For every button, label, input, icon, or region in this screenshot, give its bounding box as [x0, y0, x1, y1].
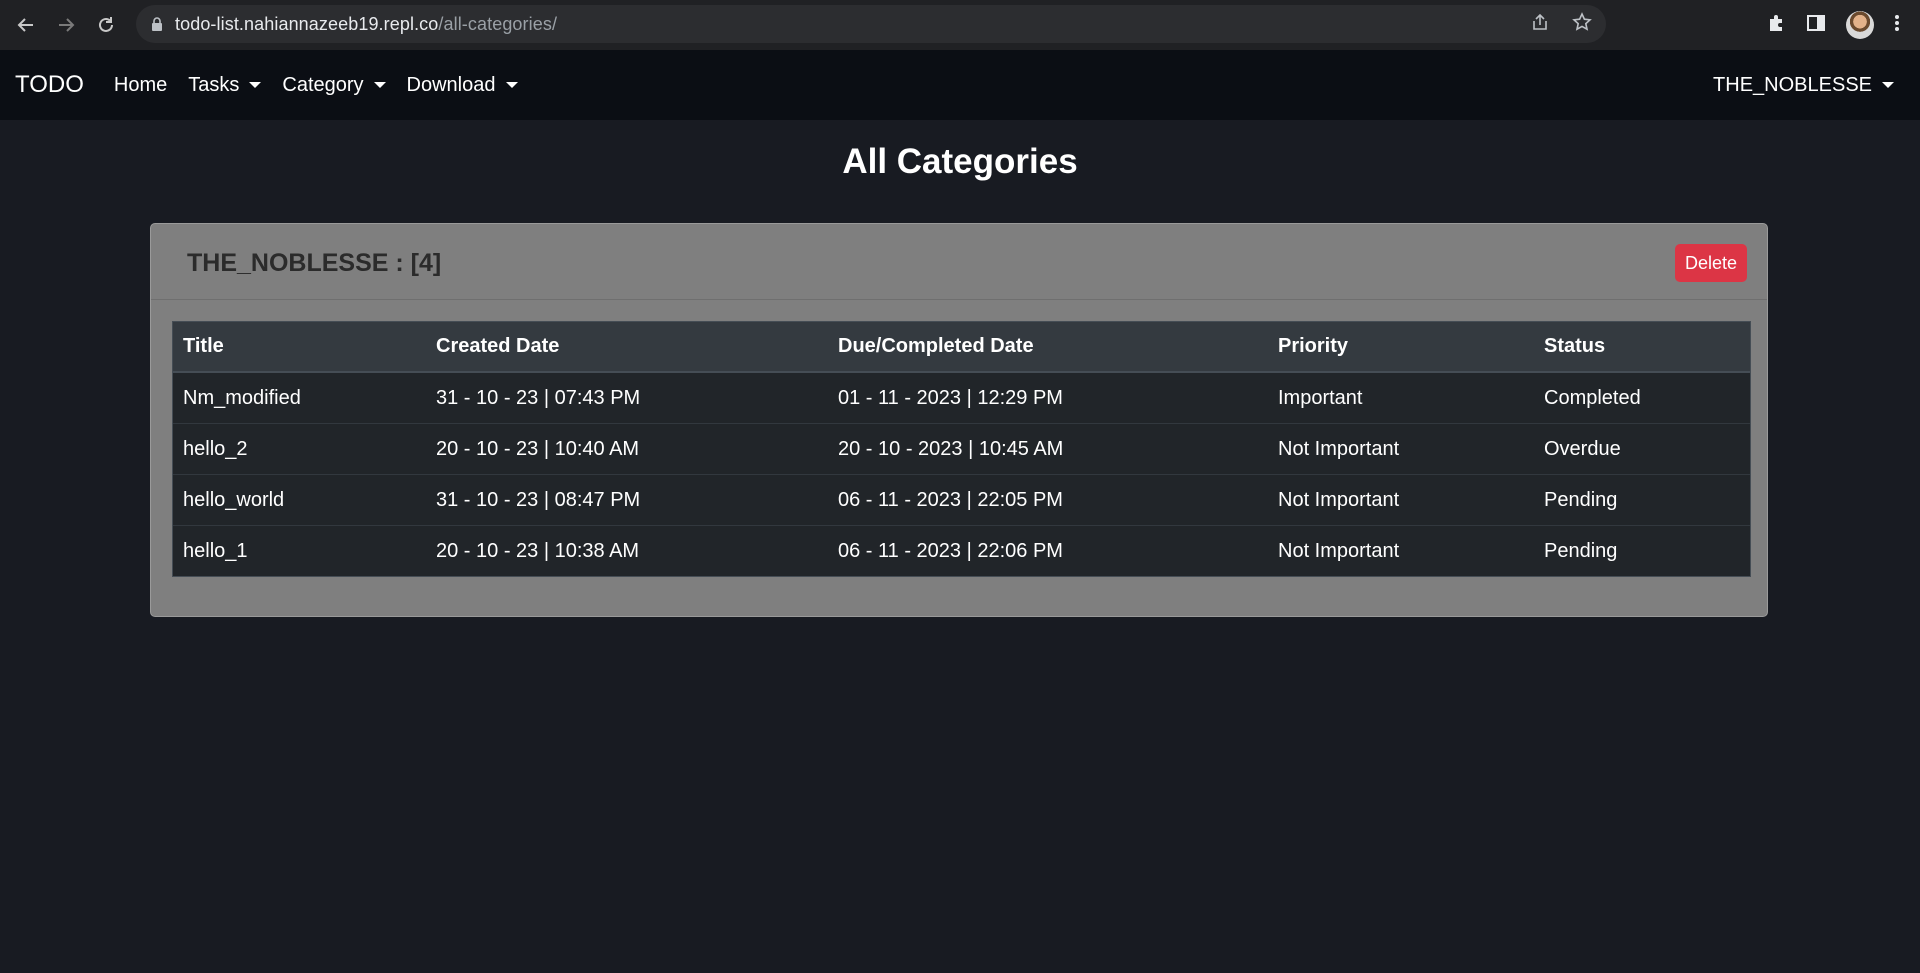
task-status: Overdue: [1534, 423, 1750, 475]
card-header: THE_NOBLESSE : [4] Delete: [151, 224, 1767, 300]
user-name: THE_NOBLESSE: [1713, 73, 1872, 96]
nav-download-label: Download: [406, 73, 496, 96]
task-status: Completed: [1544, 386, 1641, 409]
delete-button[interactable]: Delete: [1675, 244, 1747, 282]
category-card: THE_NOBLESSE : [4] Delete Title Created …: [150, 223, 1768, 617]
caret-down-icon: [1882, 82, 1894, 88]
task-title: hello_2: [173, 423, 426, 475]
tasks-table-wrapper: Title Created Date Due/Completed Date Pr…: [172, 321, 1751, 577]
caret-down-icon: [249, 82, 262, 88]
task-status: Pending: [1534, 525, 1750, 576]
table-row: hello_1 20 - 10 - 23 | 10:38 AM 06 - 11 …: [173, 525, 1750, 576]
browser-toolbar: todo-list.nahiannazeeb19.repl.co/all-cat…: [0, 0, 1920, 50]
task-title: Nm_modified: [183, 386, 301, 409]
task-priority: Not Important: [1268, 474, 1534, 526]
nav-home-label: Home: [113, 73, 168, 96]
extensions-icon[interactable]: [1766, 13, 1786, 38]
task-title: hello_1: [173, 525, 426, 576]
category-title: THE_NOBLESSE : [4]: [187, 249, 442, 277]
task-created-date: 20 - 10 - 23 | 10:38 AM: [426, 525, 828, 576]
col-due-header: Due/Completed Date: [828, 322, 1268, 373]
table-header-row: Title Created Date Due/Completed Date Pr…: [173, 322, 1750, 373]
col-created-header: Created Date: [426, 322, 828, 373]
task-status: Pending: [1534, 474, 1750, 526]
task-created-date: 31 - 10 - 23 | 08:47 PM: [426, 474, 828, 526]
col-status-header: Status: [1534, 322, 1750, 373]
col-priority-header: Priority: [1268, 322, 1534, 373]
forward-icon[interactable]: [46, 5, 86, 45]
reload-icon[interactable]: [86, 5, 126, 45]
table-row: hello_world 31 - 10 - 23 | 08:47 PM 06 -…: [173, 474, 1750, 526]
share-icon[interactable]: [1530, 12, 1550, 37]
user-dropdown[interactable]: THE_NOBLESSE: [1713, 50, 1894, 120]
table-row: Nm_modified 31 - 10 - 23 | 07:43 PM 01 -…: [173, 372, 1750, 424]
task-priority: Not Important: [1268, 423, 1534, 475]
side-panel-icon[interactable]: [1806, 13, 1826, 38]
task-due-date: 01 - 11 - 2023 | 12:29 PM: [838, 386, 1063, 409]
col-title-header: Title: [173, 322, 426, 373]
task-due-date: 20 - 10 - 2023 | 10:45 AM: [828, 423, 1268, 475]
table-row: hello_2 20 - 10 - 23 | 10:40 AM 20 - 10 …: [173, 423, 1750, 475]
url-host: todo-list.nahiannazeeb19.repl.co: [175, 13, 439, 34]
nav-home[interactable]: Home: [114, 74, 167, 97]
task-title: hello_world: [173, 474, 426, 526]
tasks-table: Title Created Date Due/Completed Date Pr…: [173, 322, 1750, 576]
nav-tasks-label: Tasks: [188, 73, 240, 96]
bookmark-star-icon[interactable]: [1572, 11, 1592, 37]
page-title: All Categories: [842, 142, 1078, 181]
nav-category-dropdown[interactable]: Category: [282, 73, 386, 97]
caret-down-icon: [505, 82, 518, 88]
nav-category-label: Category: [282, 73, 364, 96]
menu-dots-icon[interactable]: [1894, 13, 1900, 38]
task-priority: Important: [1278, 386, 1363, 409]
brand-link[interactable]: TODO: [15, 71, 84, 99]
lock-icon: [151, 17, 163, 31]
task-due-date: 06 - 11 - 2023 | 22:05 PM: [828, 474, 1268, 526]
url-path: /all-categories/: [438, 13, 558, 34]
task-created-date: 31 - 10 - 23 | 07:43 PM: [436, 386, 641, 409]
address-bar[interactable]: todo-list.nahiannazeeb19.repl.co/all-cat…: [136, 5, 1606, 43]
task-priority: Not Important: [1268, 525, 1534, 576]
nav-download-dropdown[interactable]: Download: [407, 74, 518, 97]
caret-down-icon: [373, 82, 386, 88]
url-text[interactable]: todo-list.nahiannazeeb19.repl.co/all-cat…: [175, 14, 557, 35]
app-navbar: TODO Home Tasks Category Download THE_NO…: [0, 50, 1920, 120]
back-icon[interactable]: [6, 5, 46, 45]
task-created-date: 20 - 10 - 23 | 10:40 AM: [426, 423, 828, 475]
profile-avatar[interactable]: [1846, 11, 1874, 39]
task-due-date: 06 - 11 - 2023 | 22:06 PM: [828, 525, 1268, 576]
nav-tasks-dropdown[interactable]: Tasks: [188, 73, 262, 97]
